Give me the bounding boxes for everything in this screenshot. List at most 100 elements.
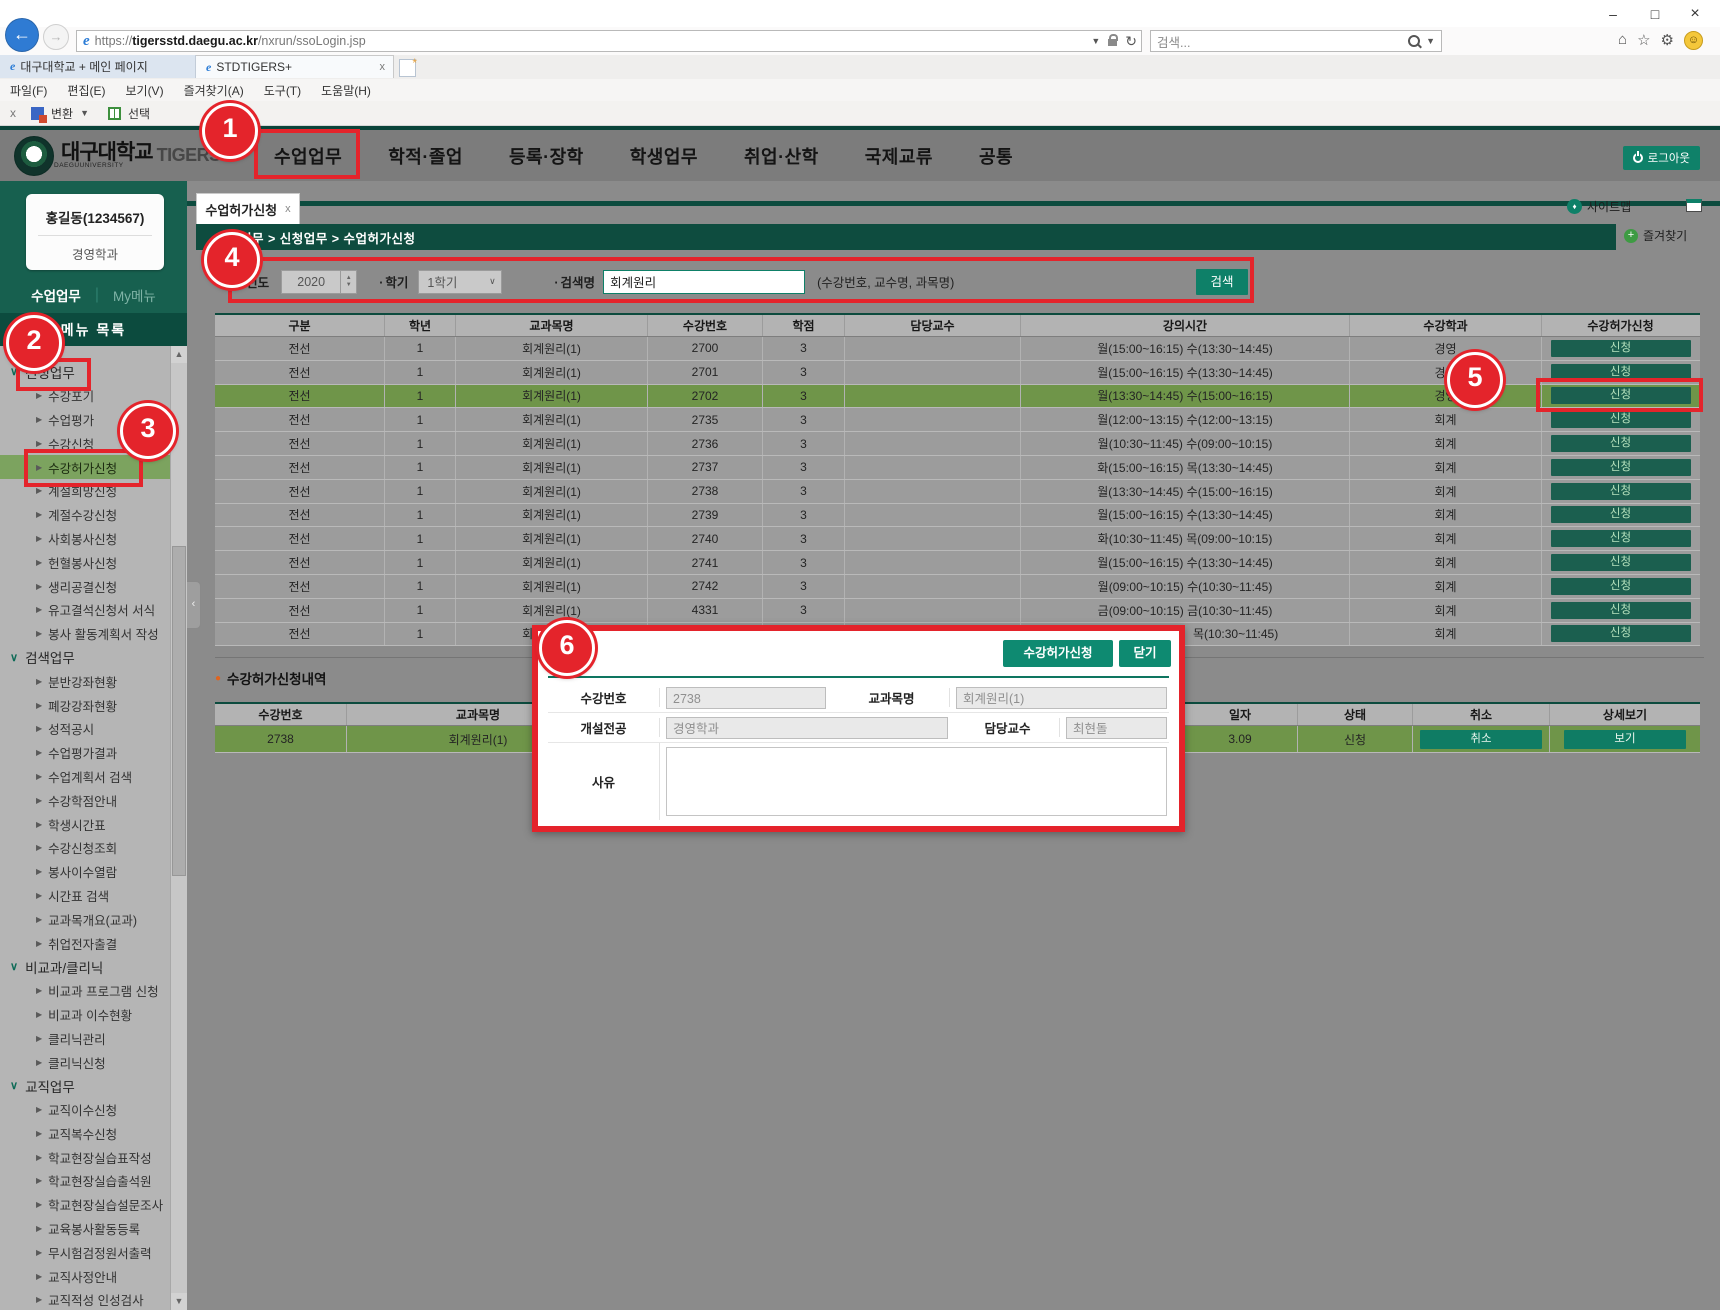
sidebar-item-10[interactable]: ▶유고결석신청서 서식 <box>0 598 170 622</box>
sidebar-tab-work[interactable]: 수업업무 <box>31 285 81 305</box>
content-tab-close-icon[interactable]: x <box>285 203 291 215</box>
apply-button[interactable]: 신청 <box>1551 435 1691 452</box>
nav-item-2[interactable]: 등록·장학 <box>509 143 584 169</box>
add-favorites-link[interactable]: + 즐겨찾기 <box>1624 227 1687 244</box>
sidebar-item-21[interactable]: ▶봉사이수열람 <box>0 860 170 884</box>
new-tab-button[interactable] <box>399 59 416 77</box>
apply-button[interactable]: 신청 <box>1551 483 1691 500</box>
browser-search-box[interactable]: 검색... ▼ <box>1150 30 1442 52</box>
sidebar-item-30[interactable]: ∨교직업무 <box>0 1074 170 1098</box>
sidebar-scrollbar[interactable]: ▲ ▼ <box>170 346 187 1310</box>
spinner-arrows-icon[interactable]: ▲▼ <box>340 271 356 293</box>
sidebar-item-34[interactable]: ▶학교현장실습출석원 <box>0 1169 170 1193</box>
nav-item-6[interactable]: 공통 <box>979 143 1013 169</box>
close-window-button[interactable]: × <box>1678 3 1712 25</box>
apply-button[interactable]: 신청 <box>1551 578 1691 595</box>
sidebar-item-9[interactable]: ▶생리공결신청 <box>0 574 170 598</box>
search-name-input[interactable] <box>603 270 805 294</box>
convert-dropdown-icon[interactable]: ▼ <box>80 108 89 118</box>
sidebar-item-37[interactable]: ▶무시험검정원서출력 <box>0 1240 170 1264</box>
browser-tab-stdtigers[interactable]: e STDTIGERS+ x <box>196 55 394 78</box>
expand-panel-icon[interactable] <box>1686 199 1702 212</box>
sidebar-item-19[interactable]: ▶학생시간표 <box>0 812 170 836</box>
favorites-star-icon[interactable]: ☆ <box>1637 31 1650 50</box>
apply-button[interactable]: 신청 <box>1551 340 1691 357</box>
sidebar-tab-my-menu[interactable]: My메뉴 <box>113 285 156 305</box>
apply-button[interactable]: 신청 <box>1551 602 1691 619</box>
logout-button[interactable]: 로그아웃 <box>1623 146 1700 170</box>
tab-close-icon[interactable]: x <box>380 61 386 73</box>
sidebar-item-28[interactable]: ▶클리닉관리 <box>0 1026 170 1050</box>
nav-item-0[interactable]: 수업업무 <box>274 143 342 169</box>
year-spinner[interactable]: 2020 ▲▼ <box>281 270 357 294</box>
menubar-item-4[interactable]: 도구(T) <box>264 82 301 99</box>
sidebar-item-13[interactable]: ▶분반강좌현황 <box>0 669 170 693</box>
sidebar-item-14[interactable]: ▶폐강강좌현황 <box>0 693 170 717</box>
sidebar-item-38[interactable]: ▶교직사정안내 <box>0 1264 170 1288</box>
minimize-button[interactable]: – <box>1596 3 1630 25</box>
sidebar-item-22[interactable]: ▶시간표 검색 <box>0 884 170 908</box>
sidebar-item-39[interactable]: ▶교직적성 인성검사 <box>0 1288 170 1310</box>
sidebar-item-27[interactable]: ▶비교과 이수현황 <box>0 1003 170 1027</box>
apply-button[interactable]: 신청 <box>1551 506 1691 523</box>
menubar-item-2[interactable]: 보기(V) <box>125 82 163 99</box>
sidebar-item-8[interactable]: ▶헌혈봉사신청 <box>0 550 170 574</box>
forward-button[interactable]: → <box>43 24 69 50</box>
scroll-down-icon[interactable]: ▼ <box>171 1293 187 1310</box>
menubar-item-1[interactable]: 편집(E) <box>67 82 105 99</box>
nav-item-4[interactable]: 취업·산학 <box>744 143 819 169</box>
sidebar-item-6[interactable]: ▶계절수강신청 <box>0 503 170 527</box>
sidebar-item-24[interactable]: ▶취업전자출결 <box>0 931 170 955</box>
apply-button[interactable]: 신청 <box>1551 459 1691 476</box>
view-button[interactable]: 보기 <box>1564 730 1686 749</box>
sidebar-item-5[interactable]: ▶계절희망신청 <box>0 479 170 503</box>
url-field[interactable]: e https://tigersstd.daegu.ac.kr/nxrun/ss… <box>76 30 1142 52</box>
select-button[interactable]: 선택 <box>128 105 150 122</box>
refresh-icon[interactable]: ↻ <box>1125 33 1137 50</box>
sidebar-item-12[interactable]: ∨검색업무 <box>0 646 170 670</box>
sidebar-item-11[interactable]: ▶봉사 활동계획서 작성 <box>0 622 170 646</box>
apply-button[interactable]: 신청 <box>1551 625 1691 642</box>
sidebar-item-25[interactable]: ∨비교과/클리닉 <box>0 955 170 979</box>
sidebar-collapse-handle[interactable]: ‹ <box>187 581 201 629</box>
search-icon[interactable] <box>1408 35 1420 47</box>
sidebar-item-36[interactable]: ▶교육봉사활동등록 <box>0 1217 170 1241</box>
sidebar-item-26[interactable]: ▶비교과 프로그램 신청 <box>0 979 170 1003</box>
search-button[interactable]: 검색 <box>1196 269 1248 295</box>
nav-item-1[interactable]: 학적·졸업 <box>388 143 463 169</box>
browser-tab-main-page[interactable]: e 대구대학교 + 메인 페이지 <box>0 55 196 78</box>
sidebar-item-23[interactable]: ▶교과목개요(교과) <box>0 907 170 931</box>
settings-gear-icon[interactable]: ⚙ <box>1661 31 1674 50</box>
apply-button[interactable]: 신청 <box>1551 411 1691 428</box>
autocomplete-dropdown-icon[interactable]: ▼ <box>1091 36 1100 46</box>
back-button[interactable]: ← <box>6 19 38 51</box>
sidebar-item-16[interactable]: ▶수업평가결과 <box>0 741 170 765</box>
command-bar-close-icon[interactable]: x <box>10 106 16 120</box>
sidebar-item-33[interactable]: ▶학교현장실습표작성 <box>0 1145 170 1169</box>
convert-button[interactable]: 변환 <box>51 105 73 122</box>
sidebar-item-18[interactable]: ▶수강학점안내 <box>0 788 170 812</box>
sidebar-item-20[interactable]: ▶수강신청조회 <box>0 836 170 860</box>
modal-close-button[interactable]: 닫기 <box>1119 640 1171 667</box>
apply-button[interactable]: 신청 <box>1551 530 1691 547</box>
sidebar-item-31[interactable]: ▶교직이수신청 <box>0 1098 170 1122</box>
modal-apply-button[interactable]: 수강허가신청 <box>1003 640 1113 667</box>
sidebar-item-7[interactable]: ▶사회봉사신청 <box>0 527 170 551</box>
menubar-item-0[interactable]: 파일(F) <box>10 82 47 99</box>
apply-button[interactable]: 신청 <box>1551 364 1691 381</box>
search-dropdown-icon[interactable]: ▼ <box>1426 36 1435 46</box>
scrollbar-thumb[interactable] <box>172 546 186 876</box>
nav-item-3[interactable]: 학생업무 <box>630 143 698 169</box>
content-tab-course-permission[interactable]: 수업허가신청 x <box>196 193 300 224</box>
apply-button[interactable]: 신청 <box>1551 554 1691 571</box>
scroll-up-icon[interactable]: ▲ <box>171 346 187 363</box>
sidebar-item-15[interactable]: ▶성적공시 <box>0 717 170 741</box>
sidebar-item-17[interactable]: ▶수업계획서 검색 <box>0 765 170 789</box>
smiley-icon[interactable]: ☺ <box>1684 31 1703 50</box>
menubar-item-3[interactable]: 즐겨찾기(A) <box>184 82 244 99</box>
modal-reason-textarea[interactable] <box>666 747 1167 816</box>
sidebar-item-29[interactable]: ▶클리닉신청 <box>0 1050 170 1074</box>
nav-item-5[interactable]: 국제교류 <box>865 143 933 169</box>
semester-select[interactable]: 1학기 ∨ <box>418 270 502 294</box>
maximize-button[interactable]: □ <box>1638 3 1672 25</box>
